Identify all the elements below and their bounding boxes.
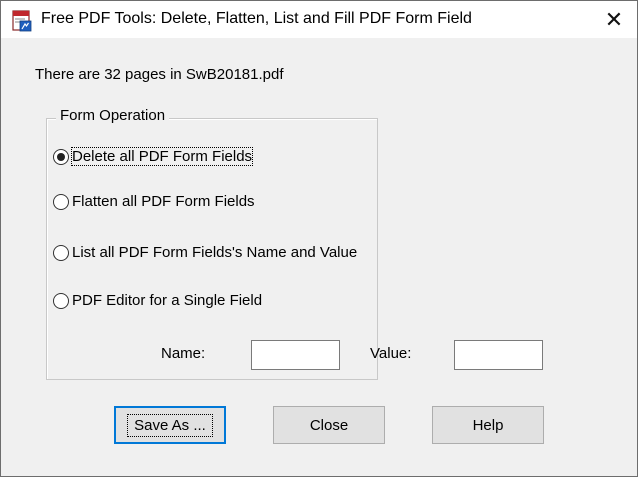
radio-button[interactable] [53, 193, 69, 210]
value-field[interactable] [454, 340, 543, 370]
name-field[interactable] [251, 340, 340, 370]
radio-delete-all-fields[interactable]: Delete all PDF Form Fields [53, 147, 254, 166]
radio-selected-dot [57, 152, 65, 161]
radio-button[interactable] [53, 148, 69, 165]
page-count-info: There are 32 pages in SwB20181.pdf [35, 66, 284, 83]
window-title: Free PDF Tools: Delete, Flatten, List an… [41, 10, 472, 27]
radio-label: List all PDF Form Fields's Name and Valu… [72, 244, 358, 261]
form-operation-legend: Form Operation [56, 107, 170, 124]
title-bar[interactable]: Free PDF Tools: Delete, Flatten, List an… [1, 1, 637, 38]
help-button[interactable]: Help [432, 406, 544, 444]
close-button[interactable]: Close [273, 406, 385, 444]
dialog-window: Free PDF Tools: Delete, Flatten, List an… [0, 0, 638, 477]
value-label: Value: [370, 345, 412, 362]
radio-label: Delete all PDF Form Fields [70, 147, 254, 166]
radio-label: PDF Editor for a Single Field [72, 292, 263, 309]
radio-button[interactable] [53, 244, 69, 261]
radio-flatten-all-fields[interactable]: Flatten all PDF Form Fields [53, 193, 255, 210]
save-as-button[interactable]: Save As ... [114, 406, 226, 444]
radio-button[interactable] [53, 292, 69, 309]
radio-list-all-fields[interactable]: List all PDF Form Fields's Name and Valu… [53, 244, 357, 261]
radio-label: Flatten all PDF Form Fields [72, 193, 255, 210]
close-icon: ✕ [604, 6, 624, 32]
close-label: Close [309, 416, 349, 434]
help-label: Help [472, 416, 504, 434]
name-label: Name: [161, 345, 206, 362]
close-window-button[interactable]: ✕ [591, 1, 637, 38]
radio-single-field-editor[interactable]: PDF Editor for a Single Field [53, 292, 262, 309]
save-as-label: Save As ... [127, 413, 213, 437]
pdf-tools-icon [11, 10, 33, 32]
